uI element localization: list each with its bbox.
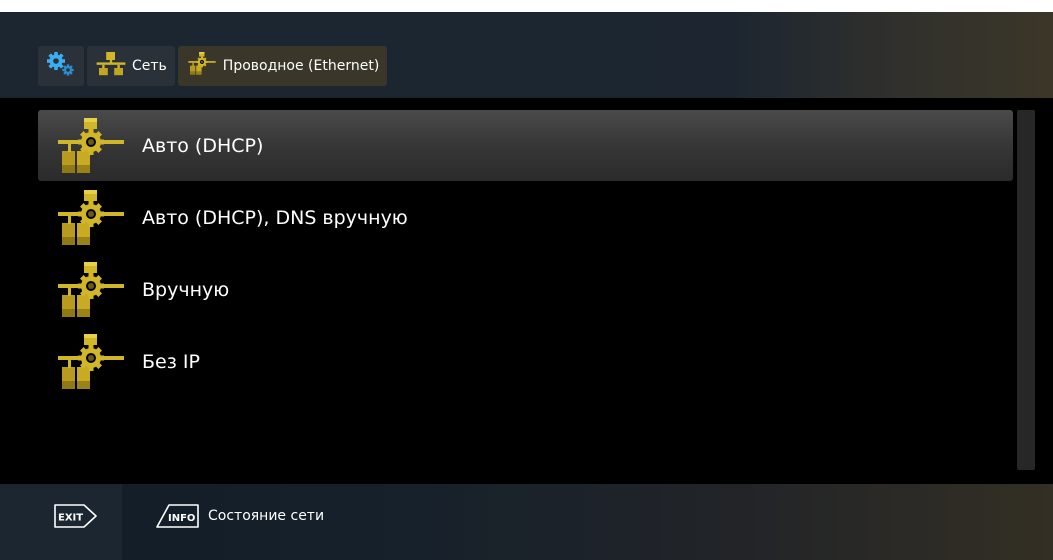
- network-settings-icon: [56, 190, 126, 248]
- top-band: [0, 0, 1053, 12]
- breadcrumb-settings[interactable]: [38, 46, 84, 86]
- list-item-label: Авто (DHCP), DNS вручную: [142, 206, 408, 229]
- network-status-label[interactable]: Состояние сети: [208, 508, 324, 524]
- breadcrumb-ethernet[interactable]: Проводное (Ethernet): [177, 46, 388, 86]
- network-settings-icon: [56, 334, 126, 392]
- list-item-manual[interactable]: Вручную: [38, 254, 1013, 325]
- list-item-auto-dhcp-manual-dns[interactable]: Авто (DHCP), DNS вручную: [38, 182, 1013, 253]
- gear-icon: [46, 51, 76, 81]
- scrollbar[interactable]: [1017, 110, 1035, 470]
- network-icon: [95, 52, 127, 80]
- exit-key-label: EXIT: [58, 513, 83, 524]
- network-settings-icon: [56, 118, 126, 176]
- list-item-auto-dhcp[interactable]: Авто (DHCP): [38, 110, 1013, 181]
- list-item-no-ip[interactable]: Без IP: [38, 326, 1013, 397]
- network-settings-icon: [186, 52, 218, 80]
- footer-bar: EXIT INFO Состояние сети: [0, 484, 1053, 560]
- breadcrumb-ethernet-label: Проводное (Ethernet): [222, 58, 380, 74]
- network-settings-icon: [56, 262, 126, 320]
- breadcrumb-network[interactable]: Сеть: [87, 46, 175, 86]
- network-mode-list: Авто (DHCP) Авто (DHCP), DNS вручную Вру…: [38, 110, 1013, 410]
- breadcrumb: Сеть Проводное (Ethernet): [38, 46, 388, 86]
- header-bar: Сеть Проводное (Ethernet): [0, 12, 1053, 98]
- exit-key-icon[interactable]: EXIT: [52, 503, 98, 529]
- breadcrumb-network-label: Сеть: [132, 58, 167, 74]
- info-key-icon[interactable]: INFO: [155, 503, 201, 529]
- list-item-label: Авто (DHCP): [142, 134, 264, 157]
- info-key-label: INFO: [168, 513, 195, 524]
- list-item-label: Без IP: [142, 350, 200, 373]
- list-item-label: Вручную: [142, 278, 230, 301]
